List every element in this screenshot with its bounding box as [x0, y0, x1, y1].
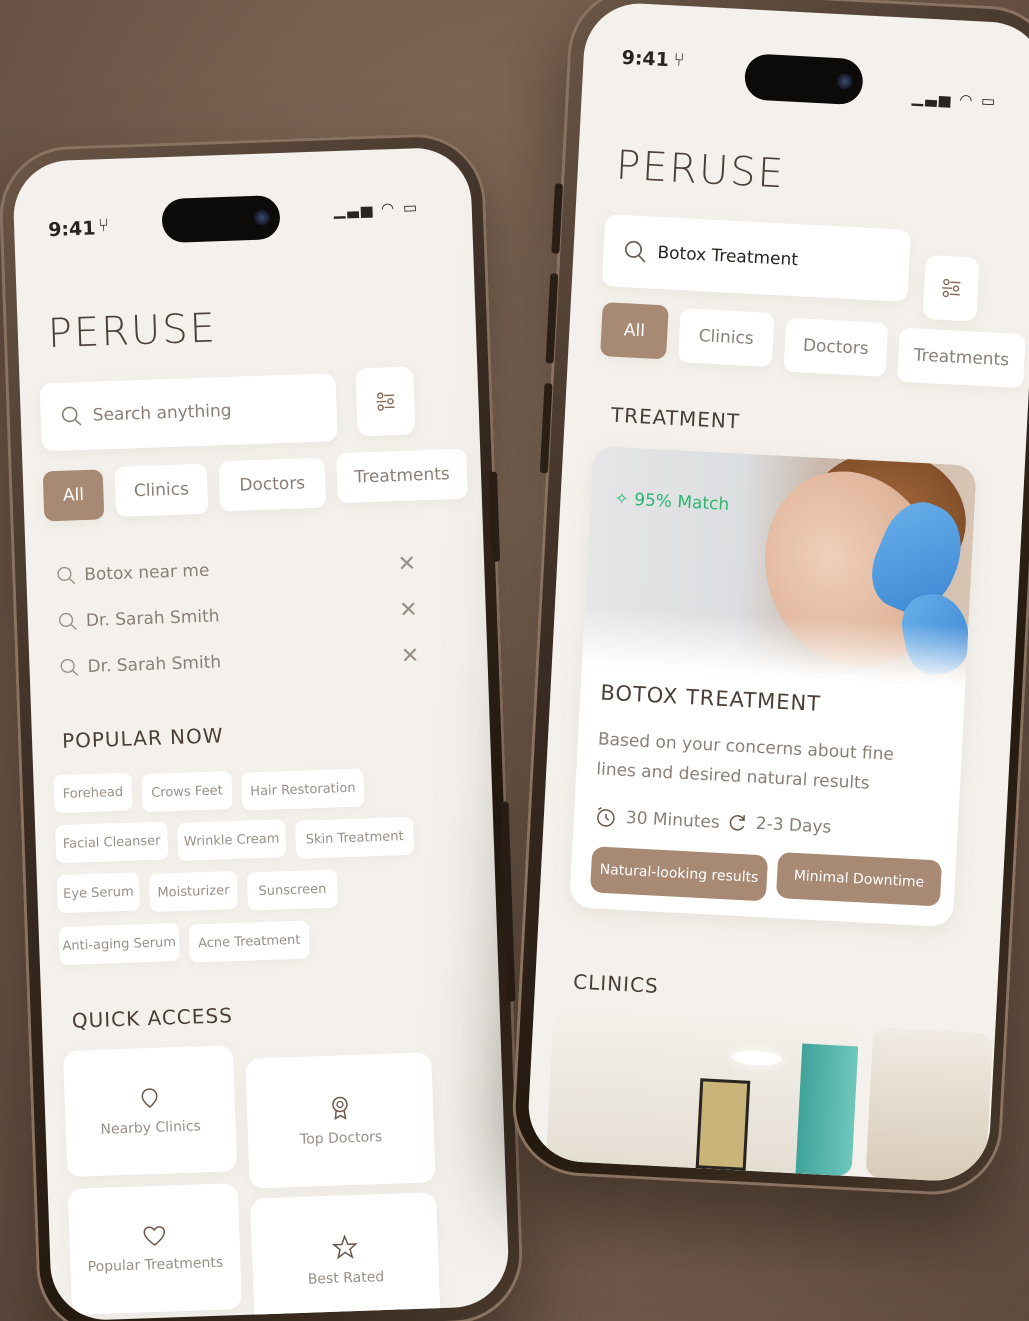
- location-pin-icon: [141, 1088, 158, 1109]
- treatment-title: BOTOX TREATMENT: [599, 680, 822, 717]
- downtime-meta: 2-3 Days: [725, 811, 832, 838]
- popular-tag[interactable]: Forehead: [53, 772, 133, 814]
- dynamic-island: [743, 53, 864, 106]
- treatment-image: [581, 445, 977, 695]
- phone-right: 9:41 ⑂ ▁▃▅ ◠ ▭ PERUSE Botox Treatment Al…: [509, 0, 1029, 1199]
- recent-search-text: Dr. Sarah Smith: [87, 652, 222, 678]
- quick-access-label: Best Rated: [307, 1269, 385, 1288]
- tab-treatments[interactable]: Treatments: [897, 327, 1026, 389]
- popular-tag[interactable]: Sunscreen: [246, 869, 339, 911]
- status-icons: ▁▃▅ ◠ ▭: [911, 87, 998, 111]
- tab-all[interactable]: All: [600, 302, 669, 360]
- sparkle-icon: ✧: [614, 488, 630, 510]
- filter-button[interactable]: [355, 366, 416, 437]
- search-input[interactable]: Search anything: [39, 373, 338, 452]
- alarm-clock-icon: [597, 807, 615, 827]
- close-icon[interactable]: ✕: [399, 597, 418, 623]
- popular-now-title: POPULAR NOW: [61, 723, 224, 753]
- filter-button[interactable]: [922, 254, 980, 322]
- sliders-icon: [376, 392, 395, 411]
- close-icon[interactable]: ✕: [400, 643, 419, 669]
- quick-access-popular-treatments[interactable]: Popular Treatments: [67, 1183, 243, 1315]
- tab-doctors[interactable]: Doctors: [218, 457, 327, 512]
- quick-access-nearby-clinics[interactable]: Nearby Clinics: [62, 1045, 238, 1178]
- recent-search-text: Dr. Sarah Smith: [85, 606, 220, 632]
- tab-clinics[interactable]: Clinics: [677, 308, 775, 367]
- clinics-section-title: CLINICS: [572, 969, 660, 998]
- search-input[interactable]: Botox Treatment: [601, 214, 912, 303]
- phone-right-screen: 9:41 ⑂ ▁▃▅ ◠ ▭ PERUSE Botox Treatment Al…: [525, 0, 1029, 1184]
- refresh-icon: [729, 815, 745, 831]
- benefit-pill: Natural-looking results: [589, 846, 769, 902]
- side-button: [551, 183, 564, 254]
- treatment-description: Based on your concerns about fine lines …: [595, 729, 895, 794]
- quick-access-top-doctors[interactable]: Top Doctors: [245, 1052, 436, 1189]
- side-button: [500, 801, 516, 1002]
- downtime-text: 2-3 Days: [755, 813, 832, 838]
- popular-tag[interactable]: Skin Treatment: [295, 816, 415, 859]
- recent-search-text: Botox near me: [83, 560, 210, 586]
- heart-icon: [143, 1226, 166, 1246]
- status-time: 9:41: [47, 217, 96, 242]
- tab-all[interactable]: All: [42, 469, 105, 522]
- search-icon: [57, 566, 76, 585]
- side-button: [539, 383, 553, 474]
- status-icons: ▁▃▅ ◠ ▭: [333, 198, 420, 220]
- search-icon: [61, 406, 82, 426]
- popular-tag[interactable]: Eye Serum: [56, 872, 141, 914]
- quick-access-label: Nearby Clinics: [100, 1118, 202, 1138]
- side-button: [545, 273, 559, 364]
- treatment-section-title: TREATMENT: [610, 402, 741, 434]
- people-icon: ⑂: [97, 215, 110, 237]
- clinic-curtain: [795, 1043, 859, 1177]
- close-icon[interactable]: ✕: [397, 551, 416, 577]
- clinic-card[interactable]: [545, 1010, 860, 1177]
- star-icon: [331, 1234, 358, 1260]
- popular-tag[interactable]: Hair Restoration: [241, 768, 365, 811]
- search-placeholder: Search anything: [92, 400, 232, 426]
- status-time: 9:41: [621, 46, 670, 72]
- clinic-door: [695, 1078, 751, 1171]
- clinic-light: [731, 1049, 782, 1067]
- page-title: PERUSE: [47, 305, 218, 358]
- award-icon: [332, 1096, 348, 1121]
- recent-search-item[interactable]: Botox near me ✕: [56, 548, 417, 591]
- search-value: Botox Treatment: [656, 242, 799, 271]
- recent-search-item[interactable]: Dr. Sarah Smith ✕: [57, 594, 418, 637]
- people-icon: ⑂: [673, 49, 685, 71]
- recent-search-item[interactable]: Dr. Sarah Smith ✕: [59, 640, 420, 683]
- tab-doctors[interactable]: Doctors: [783, 317, 889, 377]
- popular-tag[interactable]: Facial Cleanser: [55, 821, 169, 864]
- dynamic-island: [161, 195, 281, 244]
- side-button: [488, 471, 501, 562]
- popular-tag[interactable]: Moisturizer: [148, 870, 239, 912]
- popular-tag[interactable]: Wrinkle Cream: [177, 819, 287, 861]
- duration-meta: 30 Minutes: [593, 804, 720, 835]
- quick-access-title: QUICK ACCESS: [71, 1003, 234, 1033]
- search-icon: [624, 240, 646, 263]
- quick-access-label: Top Doctors: [299, 1129, 383, 1148]
- phone-left: 9:41 ⑂ ▁▃▅ ◠ ▭ PERUSE Search anything Al…: [0, 131, 525, 1321]
- popular-tag[interactable]: Crows Feet: [141, 771, 233, 813]
- benefit-pill: Minimal Downtime: [775, 852, 943, 907]
- popular-tag[interactable]: Anti-aging Serum: [58, 922, 180, 966]
- clinic-card[interactable]: [865, 1027, 994, 1184]
- sliders-icon: [942, 278, 961, 298]
- duration-text: 30 Minutes: [625, 807, 721, 833]
- popular-tag[interactable]: Acne Treatment: [188, 920, 310, 963]
- tab-treatments[interactable]: Treatments: [336, 448, 468, 504]
- quick-access-best-rated[interactable]: Best Rated: [250, 1192, 441, 1321]
- search-icon: [60, 658, 79, 677]
- quick-access-label: Popular Treatments: [87, 1254, 224, 1276]
- treatment-card[interactable]: ✧ 95% Match BOTOX TREATMENT Based on you…: [569, 445, 977, 928]
- page-title: PERUSE: [614, 142, 787, 198]
- search-icon: [59, 612, 77, 631]
- tab-clinics[interactable]: Clinics: [114, 463, 209, 517]
- phone-left-screen: 9:41 ⑂ ▁▃▅ ◠ ▭ PERUSE Search anything Al…: [11, 146, 511, 1321]
